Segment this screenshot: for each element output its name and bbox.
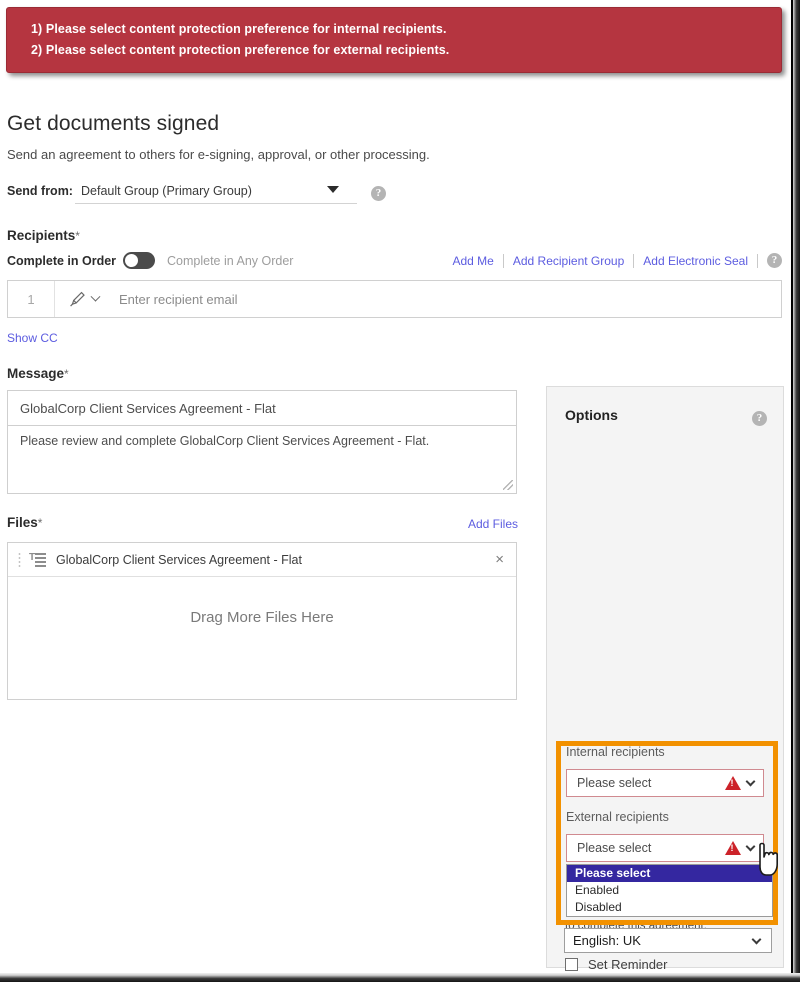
recipients-help-icon[interactable]: ? — [758, 253, 782, 268]
set-reminder-row[interactable]: Set Reminder — [565, 957, 667, 972]
show-cc-link[interactable]: Show CC — [7, 331, 58, 345]
add-electronic-seal-link[interactable]: Add Electronic Seal — [634, 254, 757, 268]
document-icon: T — [29, 552, 46, 567]
message-subject-input[interactable] — [7, 390, 517, 426]
app-page: 1) Please select content protection pref… — [0, 0, 800, 982]
file-name: GlobalCorp Client Services Agreement - F… — [56, 552, 302, 567]
message-section-title: Message* — [7, 366, 69, 381]
error-line-1: 1) Please select content protection pref… — [31, 22, 447, 36]
recipient-row[interactable]: 1 Enter recipient email — [7, 280, 782, 318]
message-body-textarea[interactable] — [7, 426, 517, 494]
drop-zone-label: Drag More Files Here — [190, 608, 334, 626]
drag-handle-icon[interactable] — [18, 551, 21, 568]
send-from-select[interactable]: Default Group (Primary Group) — [75, 180, 357, 204]
recipient-index: 1 — [27, 291, 35, 307]
required-asterisk: * — [75, 229, 80, 243]
recipients-section-title: Recipients* — [7, 228, 80, 243]
internal-recipients-label: Internal recipients — [566, 745, 665, 759]
chevron-down-icon[interactable] — [327, 186, 339, 193]
error-line-2: 2) Please select content protection pref… — [31, 43, 450, 57]
page-edge-right-line — [791, 0, 793, 982]
page-title: Get documents signed — [7, 112, 220, 135]
signature-pen-icon — [70, 291, 85, 307]
external-recipients-dropdown-list[interactable]: Please select Enabled Disabled — [566, 864, 773, 917]
language-value: English: UK — [573, 933, 641, 948]
required-asterisk: * — [37, 516, 43, 530]
chevron-down-icon[interactable] — [751, 934, 762, 945]
mouse-cursor-pointer — [759, 842, 778, 876]
page-subtitle: Send an agreement to others for e-signin… — [7, 147, 430, 162]
dropdown-option-disabled[interactable]: Disabled — [567, 899, 772, 916]
warning-icon — [725, 776, 741, 790]
textarea-resize-grip[interactable] — [503, 480, 513, 490]
internal-recipients-value: Please select — [577, 776, 652, 790]
complete-in-any-order-label: Complete in Any Order — [167, 254, 294, 268]
required-asterisk: * — [64, 367, 69, 381]
add-files-link[interactable]: Add Files — [468, 517, 518, 531]
recipient-actions: Add Me Add Recipient Group Add Electroni… — [444, 253, 782, 268]
chevron-down-icon[interactable] — [745, 776, 756, 787]
file-list-item[interactable]: T GlobalCorp Client Services Agreement -… — [8, 543, 516, 577]
files-list: T GlobalCorp Client Services Agreement -… — [7, 542, 517, 700]
send-from-row: Send from: Default Group (Primary Group)… — [7, 180, 427, 206]
recipient-email-input[interactable]: Enter recipient email — [99, 292, 238, 307]
recipients-label: Recipients — [7, 228, 76, 243]
complete-in-order-label: Complete in Order — [7, 254, 117, 268]
files-label: Files — [7, 515, 38, 530]
error-banner: 1) Please select content protection pref… — [6, 7, 782, 73]
internal-recipients-select[interactable]: Please select — [566, 769, 764, 797]
dropdown-option-enabled[interactable]: Enabled — [567, 882, 772, 899]
complete-order-toggle[interactable] — [123, 252, 155, 269]
options-help-icon[interactable]: ? — [752, 408, 767, 426]
set-reminder-label: Set Reminder — [588, 957, 668, 972]
remove-file-icon[interactable]: × — [495, 552, 504, 567]
dropdown-option-please-select[interactable]: Please select — [567, 865, 772, 882]
files-section-title: Files* — [7, 515, 42, 530]
warning-icon — [725, 841, 741, 855]
send-from-label: Send from: — [7, 184, 73, 198]
file-drop-zone[interactable]: Drag More Files Here — [8, 577, 516, 699]
language-select[interactable]: English: UK — [564, 928, 772, 953]
external-recipients-select[interactable]: Please select — [566, 834, 764, 862]
external-recipients-value: Please select — [577, 841, 652, 855]
send-from-help-icon[interactable]: ? — [371, 183, 386, 201]
toggle-knob — [125, 254, 138, 267]
external-recipients-label: External recipients — [566, 810, 669, 824]
message-label: Message — [7, 366, 65, 381]
set-reminder-checkbox[interactable] — [565, 958, 578, 971]
options-title: Options — [565, 407, 618, 423]
recipient-role-selector[interactable] — [55, 290, 101, 308]
add-recipient-group-link[interactable]: Add Recipient Group — [504, 254, 633, 268]
page-edge-bottom — [0, 973, 800, 982]
add-me-link[interactable]: Add Me — [444, 254, 503, 268]
